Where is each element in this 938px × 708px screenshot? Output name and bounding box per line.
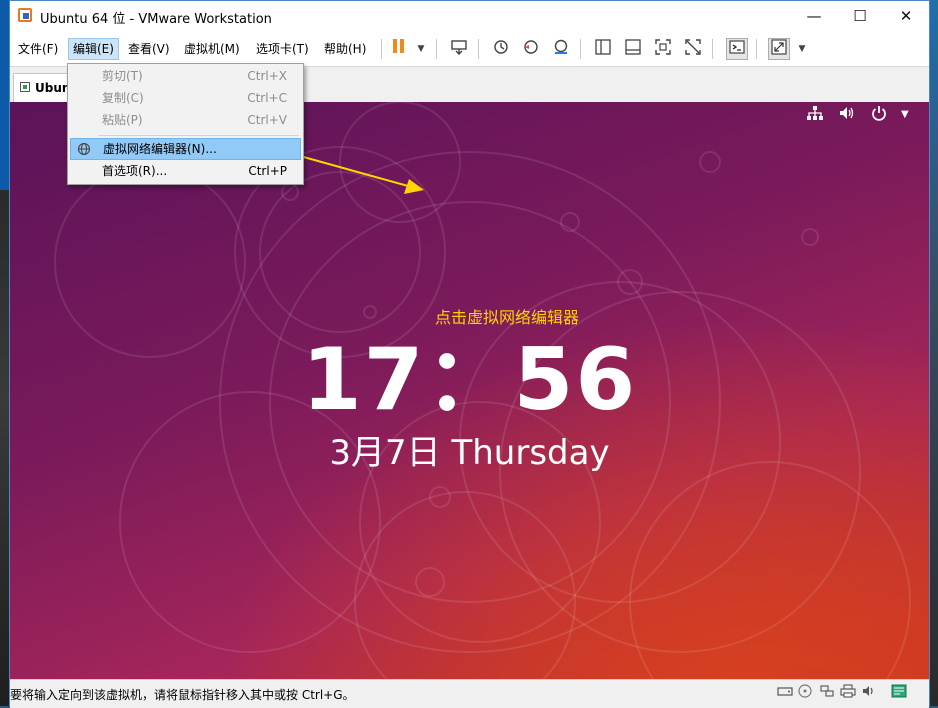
menu-item-paste[interactable]: 粘贴(P) Ctrl+V [70,109,301,131]
tab-label: Ubun [35,81,71,95]
close-icon[interactable]: ✕ [883,1,929,32]
menu-item-label: 复制(C) [102,91,144,105]
vmware-app-icon [18,8,32,22]
annotation-text: 点击虚拟网络编辑器 [435,308,580,327]
tab-ubuntu[interactable]: Ubun [13,73,71,103]
pause-icon[interactable] [388,38,410,60]
toolbar-separator [712,39,713,59]
revert-snapshot-icon[interactable] [520,38,542,60]
maximize-icon[interactable]: ☐ [837,1,883,32]
menu-help[interactable]: 帮助(H) [320,38,370,60]
send-ctrl-alt-del-icon[interactable] [448,38,470,60]
minimize-icon[interactable]: — [791,1,837,32]
sound-icon[interactable] [860,684,878,702]
power-icon[interactable] [870,105,888,125]
vm-running-icon [20,82,30,92]
toolbar-separator [381,39,382,59]
status-text: 要将输入定向到该虚拟机，请将鼠标指针移入其中或按 Ctrl+G。 [10,688,355,702]
chevron-down-icon[interactable]: ▼ [901,105,909,125]
menu-item-shortcut: Ctrl+P [248,164,287,178]
menu-item-label: 虚拟网络编辑器(N)... [103,142,217,156]
menu-item-label: 首选项(R)... [102,164,168,178]
menu-item-label: 剪切(T) [102,69,143,83]
toolbar-separator [478,39,479,59]
menu-item-virtual-network-editor[interactable]: 虚拟网络编辑器(N)... [70,138,301,160]
vm-display[interactable]: ▼ 17：56 3月7日 Thursday 点击虚拟网络编辑器 [10,102,929,679]
menu-item-label: 粘贴(P) [102,113,143,127]
menu-item-preferences[interactable]: 首选项(R)... Ctrl+P [70,160,301,182]
menu-item-copy[interactable]: 复制(C) Ctrl+C [70,87,301,109]
title-bar[interactable]: Ubuntu 64 位 - VMware Workstation — ☐ ✕ [10,1,929,32]
menu-item-shortcut: Ctrl+V [247,113,287,127]
snapshot-manager-icon[interactable] [550,38,572,60]
fullscreen-icon[interactable] [652,38,674,60]
menu-item-shortcut: Ctrl+C [247,91,287,105]
thumbnail-icon[interactable] [622,38,644,60]
stretch-icon[interactable] [768,38,790,60]
snapshot-icon[interactable] [490,38,512,60]
toolbar-separator [756,39,757,59]
menu-item-cut[interactable]: 剪切(T) Ctrl+X [70,65,301,87]
message-icon[interactable] [890,684,908,702]
vmware-window: Ubuntu 64 位 - VMware Workstation — ☐ ✕ 文… [9,0,930,708]
unity-icon[interactable] [682,38,704,60]
menu-view[interactable]: 查看(V) [124,38,174,60]
hard-disk-icon[interactable] [776,684,794,702]
status-bar: 要将输入定向到该虚拟机，请将鼠标指针移入其中或按 Ctrl+G。 [10,679,929,708]
network-adapter-icon[interactable] [818,684,836,702]
dropdown-arrow-icon[interactable]: ▼ [791,38,813,60]
volume-icon[interactable] [838,105,856,125]
menu-item-shortcut: Ctrl+X [247,69,287,83]
window-title: Ubuntu 64 位 - VMware Workstation [40,12,272,27]
network-icon[interactable] [806,105,824,125]
menu-tabs[interactable]: 选项卡(T) [252,38,313,60]
toolbar-separator [436,39,437,59]
edit-menu-dropdown: 剪切(T) Ctrl+X 复制(C) Ctrl+C 粘贴(P) Ctrl+V 虚… [67,63,304,185]
console-icon[interactable] [726,38,748,60]
library-icon[interactable] [592,38,614,60]
menu-file[interactable]: 文件(F) [14,38,62,60]
cd-icon[interactable] [796,684,814,702]
printer-icon[interactable] [839,684,857,702]
menu-vm[interactable]: 虚拟机(M) [180,38,244,60]
menu-separator [98,135,299,136]
dropdown-arrow-icon[interactable]: ▼ [410,38,432,60]
menu-edit[interactable]: 编辑(E) [68,38,119,60]
globe-icon [77,142,91,156]
lock-screen-date: 3月7日 Thursday [329,433,610,473]
toolbar-separator [580,39,581,59]
